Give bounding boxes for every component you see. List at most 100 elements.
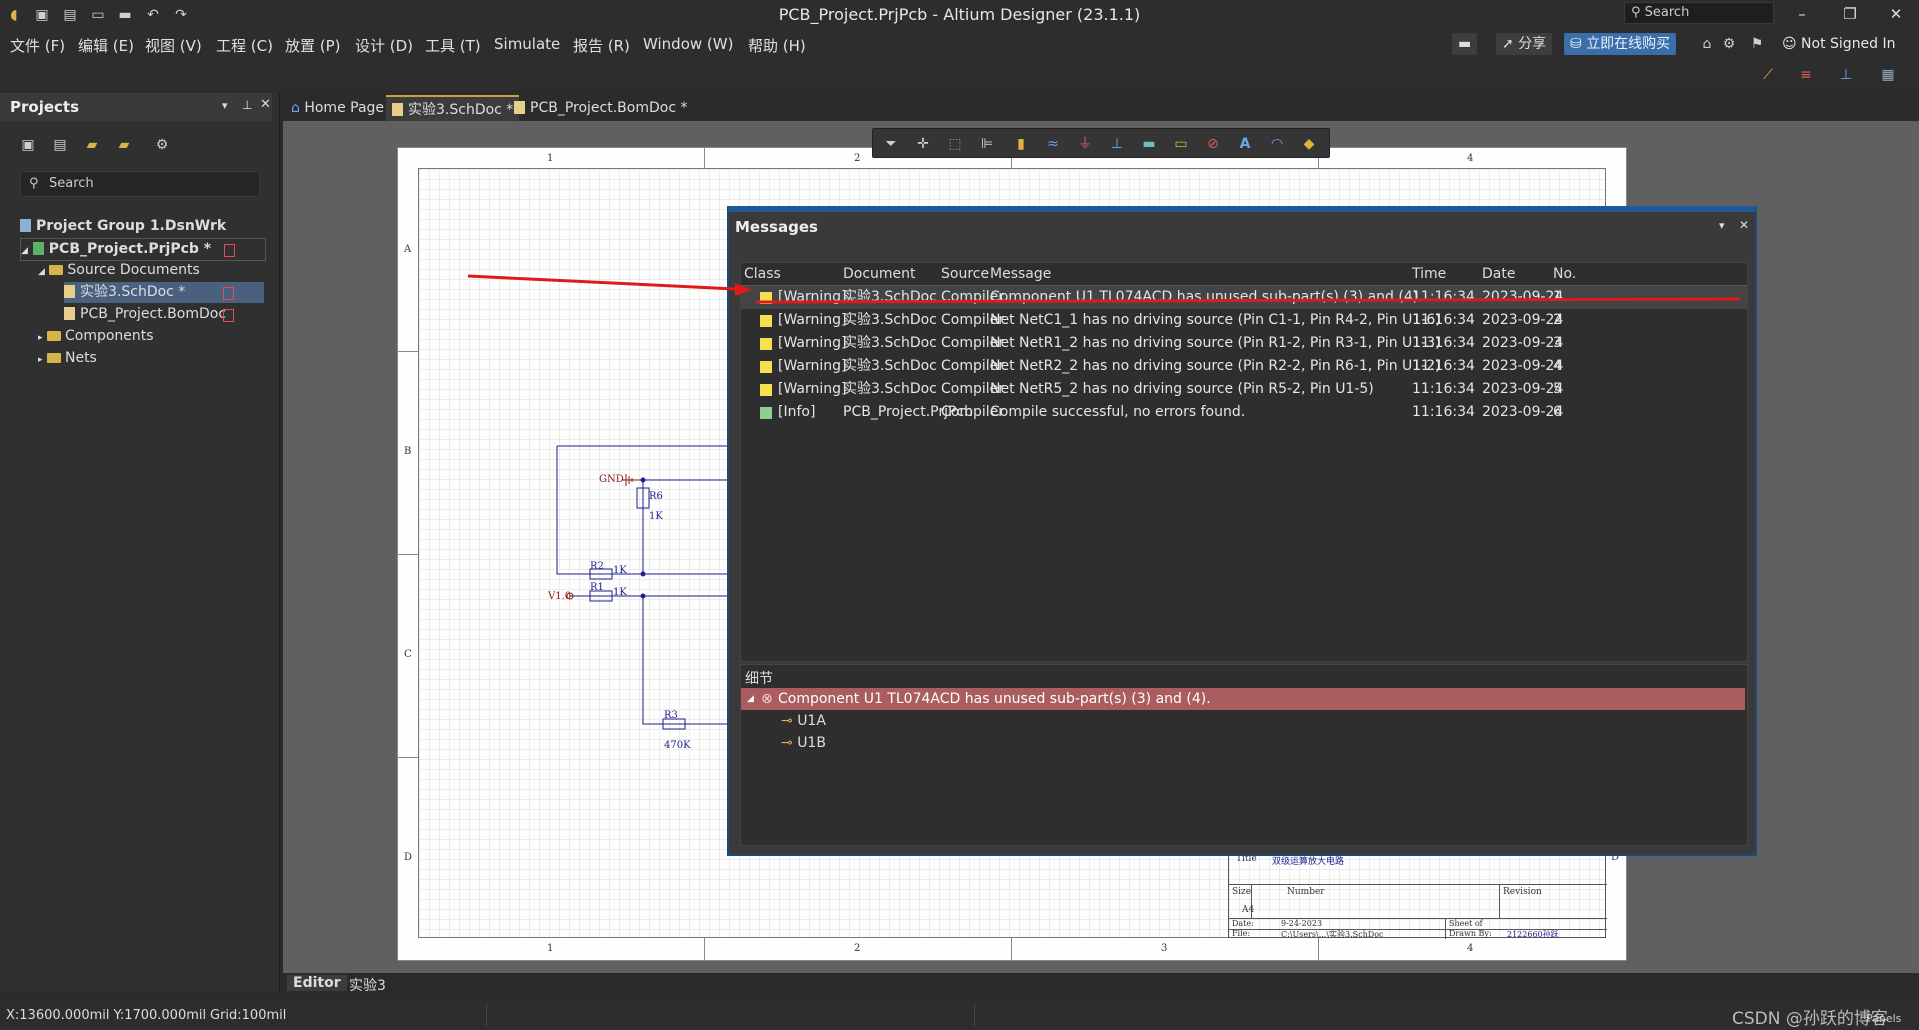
restore-button[interactable]: ❐ xyxy=(1830,2,1870,26)
tb-drawn-value: 2122660孙跃 xyxy=(1507,930,1559,939)
panels-button[interactable]: Panels xyxy=(1866,1012,1901,1025)
pin-panel-icon[interactable]: ⊥ xyxy=(242,98,252,112)
tree-label: Components xyxy=(64,328,154,344)
tab-sheet[interactable]: 实验3 xyxy=(349,975,386,995)
power-port-icon[interactable]: ⏚ xyxy=(1075,134,1095,154)
pin-icon[interactable]: ⊥ xyxy=(1836,65,1856,85)
msg-document: 实验3.SchDoc xyxy=(843,335,937,351)
no-erc-icon[interactable]: ⊘ xyxy=(1203,134,1223,154)
tree-components[interactable]: ▸ Components xyxy=(38,326,154,347)
search-icon: ⚲ xyxy=(1631,5,1645,20)
menu-place[interactable]: 放置 (P) xyxy=(285,35,341,56)
select-icon[interactable]: ⬚ xyxy=(945,134,965,154)
r6-designator[interactable]: R6 xyxy=(649,491,663,502)
arc-icon[interactable]: ◠ xyxy=(1267,134,1287,154)
r2-value[interactable]: 1K xyxy=(613,565,627,576)
place-part-icon[interactable]: ▮ xyxy=(1011,134,1031,154)
layer-icon[interactable]: ⟋ xyxy=(1758,65,1778,85)
expand-icon: ▸ xyxy=(38,355,43,365)
tree-pcb-project[interactable]: ◢ PCB_Project.PrjPcb * xyxy=(20,238,266,261)
text-icon[interactable]: A xyxy=(1235,134,1255,154)
port-icon[interactable]: ▭ xyxy=(1171,134,1191,154)
detail-message-row[interactable]: ◢ ⊗ Component U1 TL074ACD has unused sub… xyxy=(741,688,1745,710)
project-options-icon[interactable]: ⚙ xyxy=(152,135,172,155)
r3-designator[interactable]: R3 xyxy=(664,710,678,721)
gnd-label[interactable]: GND xyxy=(599,474,624,485)
menu-simulate[interactable]: Simulate xyxy=(494,35,560,53)
gear-icon[interactable]: ⚙ xyxy=(1719,34,1739,54)
sign-in-button[interactable]: ☺ Not Signed In xyxy=(1776,33,1902,55)
menu-project[interactable]: 工程 (C) xyxy=(216,35,273,56)
panel-menu-icon[interactable]: ▾ xyxy=(1719,219,1725,232)
tb-sheet-label: Sheet of xyxy=(1449,919,1483,928)
panel-menu-icon[interactable]: ▾ xyxy=(222,99,228,112)
tab-home-page[interactable]: ⌂ Home Page xyxy=(285,95,390,121)
tree-project-group[interactable]: Project Group 1.DsnWrk xyxy=(20,216,226,237)
r1-designator[interactable]: R1 xyxy=(590,582,604,593)
menu-help[interactable]: 帮助 (H) xyxy=(748,35,806,56)
detail-child-u1a[interactable]: ⊸ U1A xyxy=(781,711,826,732)
menu-view[interactable]: 视图 (V) xyxy=(145,35,202,56)
tree-label: PCB_Project.PrjPcb * xyxy=(48,241,212,257)
tab-bomdoc[interactable]: PCB_Project.BomDoc * xyxy=(508,95,693,121)
projects-search-input[interactable]: ⚲ Search xyxy=(20,171,260,197)
r2-designator[interactable]: R2 xyxy=(590,561,604,572)
menu-file[interactable]: 文件 (F) xyxy=(10,35,65,56)
detail-child-label: U1B xyxy=(797,735,826,751)
filter-icon[interactable]: ⏷ xyxy=(881,134,901,154)
bus-icon[interactable]: ⊥ xyxy=(1107,134,1127,154)
grid-icon[interactable]: ▦ xyxy=(1878,65,1898,85)
compile-icon[interactable]: ▤ xyxy=(50,135,70,155)
menu-edit[interactable]: 编辑 (E) xyxy=(78,35,134,56)
message-row[interactable]: [Warning] 实验3.SchDoc Compiler Net NetR1_… xyxy=(741,332,1747,355)
message-details: 细节 ◢ ⊗ Component U1 TL074ACD has unused … xyxy=(740,664,1748,846)
message-row[interactable]: [Warning] 实验3.SchDoc Compiler Net NetC1_… xyxy=(741,309,1747,332)
v1-source-label[interactable]: V1.0 xyxy=(548,591,571,602)
tree-source-documents[interactable]: ◢ Source Documents xyxy=(38,260,200,281)
close-panel-icon[interactable]: ✕ xyxy=(260,97,271,112)
sheet-symbol-icon[interactable]: ▬ xyxy=(1139,134,1159,154)
menu-tools[interactable]: 工具 (T) xyxy=(425,35,481,56)
global-search-input[interactable]: ⚲ Search xyxy=(1624,2,1774,24)
menu-design[interactable]: 设计 (D) xyxy=(355,35,413,56)
menu-window[interactable]: Window (W) xyxy=(643,35,733,53)
notifications-icon[interactable]: ⚑ xyxy=(1747,34,1767,54)
bom-doc-icon xyxy=(514,101,525,114)
detail-child-u1b[interactable]: ⊸ U1B xyxy=(781,733,826,754)
harness-icon[interactable]: ◆ xyxy=(1299,134,1319,154)
menu-reports[interactable]: 报告 (R) xyxy=(573,35,630,56)
buy-online-button[interactable]: ⛁ 立即在线购买 xyxy=(1564,33,1677,55)
message-row[interactable]: [Warning] 实验3.SchDoc Compiler Net NetR5_… xyxy=(741,378,1747,401)
project-folder-icon[interactable]: ▰ xyxy=(114,135,134,155)
r1-value[interactable]: 1K xyxy=(613,587,627,598)
wire-icon[interactable]: ≈ xyxy=(1043,134,1063,154)
open-folder-icon[interactable]: ▰ xyxy=(82,135,102,155)
feedback-icon[interactable]: ▬ xyxy=(1452,33,1478,55)
align-icon[interactable]: ⊫ xyxy=(977,134,997,154)
tb-file-value: C:\Users\...\实验3.SchDoc xyxy=(1281,930,1384,939)
close-panel-icon[interactable]: ✕ xyxy=(1739,218,1749,232)
share-button[interactable]: ➚ 分享 xyxy=(1496,33,1553,55)
minimize-button[interactable]: – xyxy=(1782,2,1822,26)
pcb-project-icon xyxy=(32,242,44,255)
tree-bomdoc[interactable]: PCB_Project.BomDoc xyxy=(64,304,264,325)
home-icon[interactable]: ⌂ xyxy=(1697,34,1717,54)
r3-value[interactable]: 470K xyxy=(664,740,691,751)
close-button[interactable]: ✕ xyxy=(1876,2,1916,26)
document-tabs: ⌂ Home Page 实验3.SchDoc * PCB_Project.Bom… xyxy=(283,93,1919,123)
tree-schdoc[interactable]: 实验3.SchDoc * xyxy=(64,282,264,303)
tree-nets[interactable]: ▸ Nets xyxy=(38,348,97,369)
zone-divider xyxy=(397,351,418,352)
stack-icon[interactable]: ≡ xyxy=(1796,65,1816,85)
message-row[interactable]: [Warning] 实验3.SchDoc Compiler Net NetR2_… xyxy=(741,355,1747,378)
msg-text: Compile successful, no errors found. xyxy=(990,404,1246,420)
tb-size-label: Size xyxy=(1232,887,1252,897)
r6-value[interactable]: 1K xyxy=(649,511,663,522)
move-icon[interactable]: ✛ xyxy=(913,134,933,154)
tab-schdoc[interactable]: 实验3.SchDoc * xyxy=(386,95,520,123)
zone-row-c: C xyxy=(404,649,412,660)
title-block[interactable]: Title 双级运算放大电路 Size A4 Number Revision D… xyxy=(1228,851,1607,939)
tab-editor[interactable]: Editor xyxy=(287,975,347,991)
save-project-icon[interactable]: ▣ xyxy=(18,135,38,155)
message-row[interactable]: [Info] PCB_Project.PrjPcb Compiler Compi… xyxy=(741,401,1747,424)
